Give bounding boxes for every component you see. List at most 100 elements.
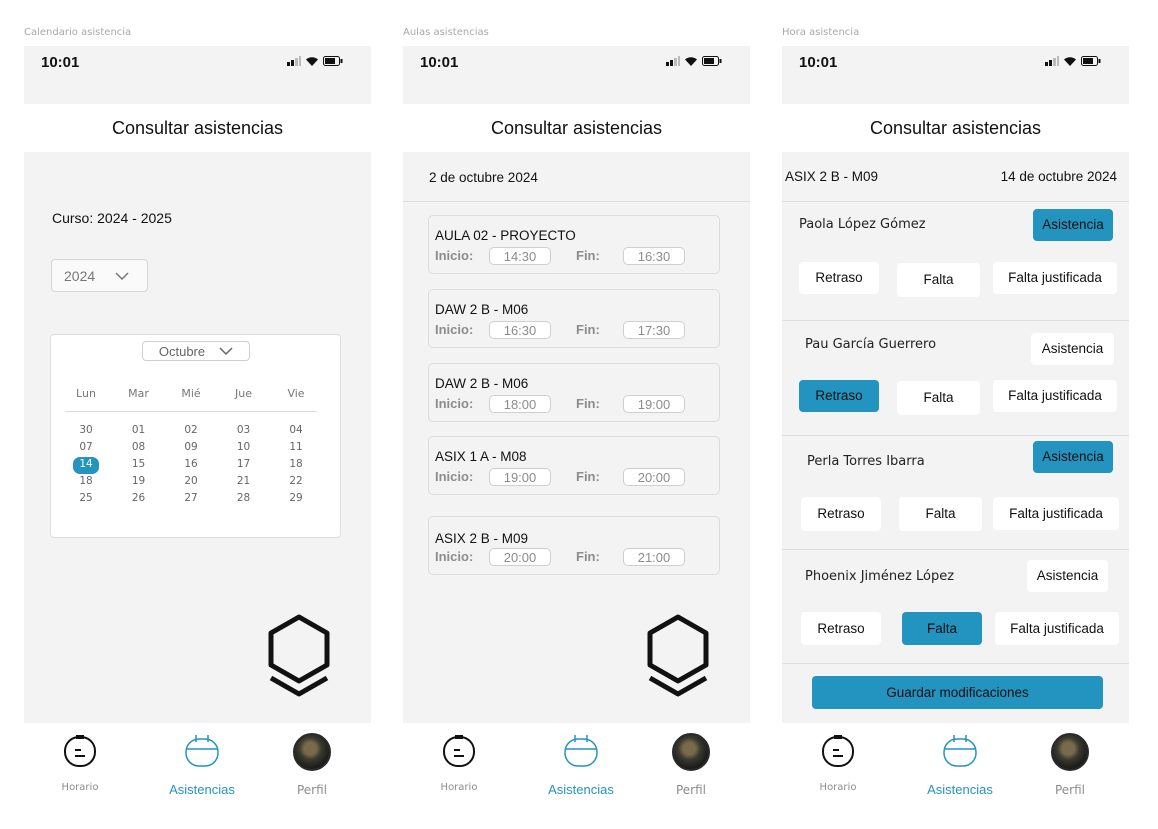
calendar-day[interactable]: 21	[223, 474, 265, 491]
calendar-day[interactable]: 29	[275, 491, 317, 508]
falta-button[interactable]: Falta	[902, 612, 982, 645]
year-select[interactable]: 2024	[51, 259, 148, 292]
wifi-icon	[1064, 57, 1076, 66]
session-card[interactable]: ASIX 1 A - M08 Inicio: 19:00 Fin: 20:00	[428, 436, 720, 495]
calendar-week: 07 08 09 10 11	[65, 440, 317, 457]
calendar-day[interactable]: 18	[275, 457, 317, 474]
tab-perfil[interactable]: Perfil	[262, 733, 362, 797]
calendar-day[interactable]: 01	[118, 423, 160, 440]
save-button[interactable]: Guardar modificaciones	[812, 676, 1103, 709]
phone-hora: 10:01 Consultar asistencias ASIX 2 B - M…	[782, 46, 1129, 816]
retraso-button[interactable]: Retraso	[801, 497, 881, 531]
calendar-day-selected[interactable]: 14	[73, 457, 99, 474]
weekday-header: Lun Mar Mié Jue Vie	[65, 387, 317, 400]
tab-asistencias[interactable]: Asistencias	[910, 733, 1010, 797]
tab-label: Asistencias	[169, 782, 235, 797]
asistencia-button[interactable]: Asistencia	[1027, 560, 1108, 592]
retraso-button[interactable]: Retraso	[799, 380, 879, 412]
date-label: 14 de octubre 2024	[1000, 169, 1117, 184]
class-header: ASIX 2 B - M09 14 de octubre 2024	[782, 152, 1129, 202]
falta-button[interactable]: Falta	[897, 381, 980, 415]
tab-horario[interactable]: Horario	[788, 733, 888, 793]
month-value: Octubre	[158, 343, 206, 359]
calendar-day[interactable]: 09	[170, 440, 212, 457]
calendar-day[interactable]: 15	[118, 457, 160, 474]
retraso-button[interactable]: Retraso	[801, 612, 881, 645]
start-time: 19:00	[489, 468, 551, 486]
frame-label: Calendario asistencia	[24, 27, 132, 38]
calendar-day[interactable]: 17	[223, 457, 265, 474]
tab-label: Perfil	[1054, 783, 1086, 797]
falta-justificada-button[interactable]: Falta justificada	[995, 612, 1119, 645]
tab-label: Horario	[819, 782, 857, 793]
asistencia-button[interactable]: Asistencia	[1031, 333, 1114, 365]
frame-label: Hora asistencia	[782, 27, 860, 38]
asistencia-button[interactable]: Asistencia	[1033, 209, 1113, 241]
wifi-icon	[306, 57, 318, 66]
start-time: 16:30	[489, 321, 551, 339]
calendar-day[interactable]: 18	[65, 474, 107, 491]
session-card[interactable]: ASIX 2 B - M09 Inicio: 20:00 Fin: 21:00	[428, 516, 720, 575]
falta-justificada-button[interactable]: Falta justificada	[993, 262, 1117, 294]
status-time: 10:01	[41, 54, 80, 71]
month-select[interactable]: Octubre	[142, 341, 250, 361]
session-card[interactable]: DAW 2 B - M06 Inicio: 16:30 Fin: 17:30	[428, 289, 720, 348]
calendar-day[interactable]: 22	[275, 474, 317, 491]
calendar-day[interactable]: 20	[170, 474, 212, 491]
fin-label: Fin:	[576, 549, 600, 564]
calendar-week: 30 01 02 03 04	[65, 423, 317, 440]
clipboard-icon	[443, 735, 475, 767]
avatar	[672, 733, 710, 771]
tab-bar: Horario Asistencias Perfil	[24, 723, 371, 816]
student-row: Perla Torres Ibarra Asistencia Retraso F…	[782, 436, 1129, 550]
tab-asistencias[interactable]: Asistencias	[531, 733, 631, 797]
tab-label: Asistencias	[548, 782, 614, 797]
session-card[interactable]: DAW 2 B - M06 Inicio: 18:00 Fin: 19:00	[428, 363, 720, 422]
avatar	[1051, 733, 1089, 771]
year-value: 2024	[64, 267, 96, 284]
calendar: Octubre Lun Mar Mié Jue Vie 30 01 02 03 …	[50, 334, 341, 538]
falta-button[interactable]: Falta	[899, 497, 982, 531]
calendar-day[interactable]: 10	[223, 440, 265, 457]
hexagon-logo-icon	[268, 614, 330, 697]
tab-horario[interactable]: Horario	[409, 733, 509, 793]
asistencia-button[interactable]: Asistencia	[1033, 441, 1113, 473]
tab-asistencias[interactable]: Asistencias	[152, 733, 252, 797]
falta-button[interactable]: Falta	[897, 263, 980, 297]
tab-horario[interactable]: Horario	[30, 733, 130, 793]
calendar-day[interactable]: 11	[275, 440, 317, 457]
tab-perfil[interactable]: Perfil	[641, 733, 741, 797]
phone-aulas: 10:01 Consultar asistencias 2 de octubre…	[403, 46, 750, 816]
falta-justificada-button[interactable]: Falta justificada	[993, 380, 1117, 412]
student-name: Phoenix Jiménez López	[805, 569, 955, 584]
calendar-day[interactable]: 30	[65, 423, 107, 440]
calendar-day[interactable]: 25	[65, 491, 107, 508]
calendar-day[interactable]: 16	[170, 457, 212, 474]
signal-icon	[666, 56, 680, 66]
inicio-label: Inicio:	[435, 248, 474, 263]
calendar-day[interactable]: 04	[275, 423, 317, 440]
tab-bar: Horario Asistencias Perfil	[403, 723, 750, 816]
start-time: 20:00	[489, 548, 551, 566]
end-time: 21:00	[623, 548, 685, 566]
status-bar: 10:01	[403, 46, 750, 104]
tab-label: Horario	[61, 782, 99, 793]
session-name: DAW 2 B - M06	[435, 302, 529, 317]
calendar-day[interactable]: 26	[118, 491, 160, 508]
calendar-day[interactable]: 02	[170, 423, 212, 440]
tab-perfil[interactable]: Perfil	[1020, 733, 1120, 797]
session-card[interactable]: AULA 02 - PROYECTO Inicio: 14:30 Fin: 16…	[428, 215, 720, 274]
start-time: 14:30	[489, 247, 551, 265]
calendar-day[interactable]: 03	[223, 423, 265, 440]
calendar-day[interactable]: 19	[118, 474, 160, 491]
calendar-day[interactable]: 28	[223, 491, 265, 508]
status-time: 10:01	[799, 54, 838, 71]
status-icons	[287, 56, 343, 66]
signal-icon	[1045, 56, 1059, 66]
calendar-day[interactable]: 08	[118, 440, 160, 457]
falta-justificada-button[interactable]: Falta justificada	[993, 497, 1119, 530]
calendar-day[interactable]: 07	[65, 440, 107, 457]
calendar-day[interactable]: 27	[170, 491, 212, 508]
date-header: 2 de octubre 2024	[403, 152, 750, 202]
retraso-button[interactable]: Retraso	[799, 262, 879, 294]
